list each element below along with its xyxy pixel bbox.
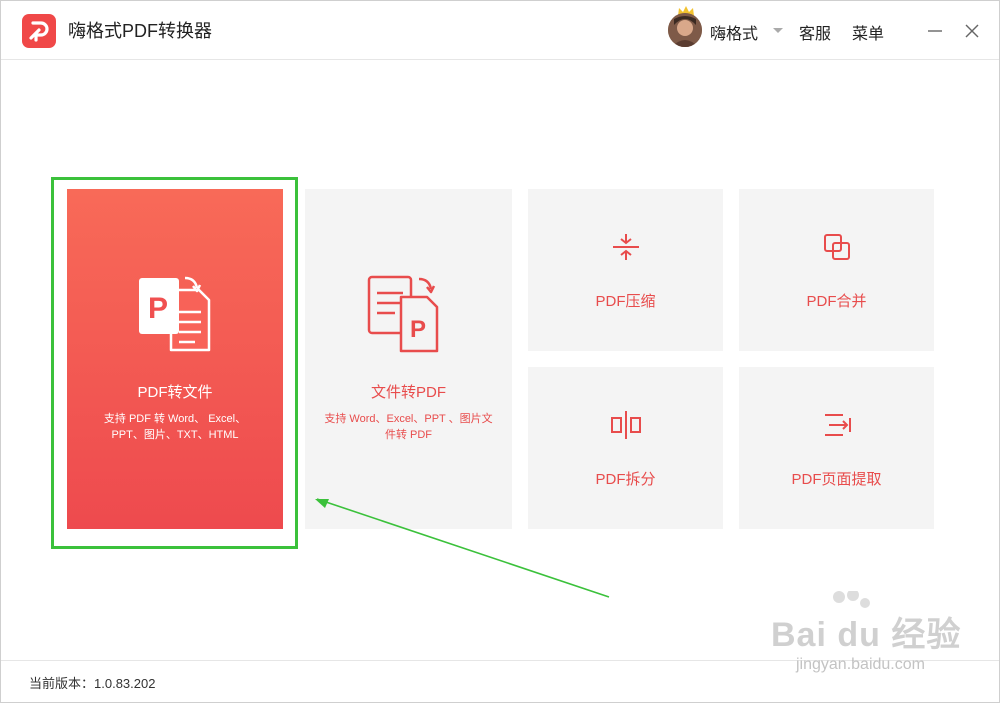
pdf-split-label: PDF拆分 bbox=[595, 471, 656, 488]
file-to-pdf-desc-line1: 支持 Word、Excel、PPT 、图片文 bbox=[324, 413, 493, 425]
pdf-split-tile[interactable]: PDF拆分 bbox=[528, 367, 723, 529]
split-icon bbox=[611, 411, 641, 439]
file-to-pdf-label: 文件转PDF bbox=[370, 384, 446, 401]
pdf-compress-label: PDF压缩 bbox=[595, 293, 656, 310]
pdf-compress-tile[interactable]: PDF压缩 bbox=[528, 189, 723, 351]
app-window: 嗨格式PDF转换器 嗨格式 客服 菜单 P PDF转文件 支持 PDF 转 Wo… bbox=[0, 0, 1000, 703]
pdf-page-extract-label: PDF页面提取 bbox=[791, 471, 882, 488]
version-number: 1.0.83.202 bbox=[94, 676, 156, 691]
menu-button[interactable]: 菜单 bbox=[852, 20, 884, 44]
version-info: 当前版本：1.0.83.202 bbox=[29, 673, 155, 692]
chevron-down-icon[interactable] bbox=[771, 21, 785, 39]
minimize-icon[interactable] bbox=[923, 19, 947, 43]
avatar[interactable] bbox=[668, 13, 702, 47]
username[interactable]: 嗨格式 bbox=[710, 20, 758, 44]
app-title: 嗨格式PDF转换器 bbox=[68, 21, 212, 41]
file-to-pdf-desc-line2: 件转 PDF bbox=[384, 429, 433, 441]
svg-text:P: P bbox=[148, 292, 168, 325]
pdf-page-extract-tile[interactable]: PDF页面提取 bbox=[739, 367, 934, 529]
title-bar: 嗨格式PDF转换器 嗨格式 客服 菜单 bbox=[1, 1, 999, 60]
pdf-to-file-tile[interactable]: P PDF转文件 支持 PDF 转 Word、 Excel、 PPT、图片、TX… bbox=[67, 189, 283, 529]
watermark-url: jingyan.baidu.com bbox=[796, 656, 925, 673]
customer-service-button[interactable]: 客服 bbox=[799, 20, 831, 44]
compress-icon bbox=[613, 234, 639, 260]
pdf-to-file-desc-line1: 支持 PDF 转 Word、 Excel、 bbox=[103, 413, 247, 425]
file-to-pdf-icon: P bbox=[367, 275, 439, 353]
close-icon[interactable] bbox=[960, 19, 984, 43]
watermark-brand: Bai du 经验 bbox=[771, 616, 962, 654]
version-label: 当前版本： bbox=[29, 676, 95, 691]
svg-text:P: P bbox=[410, 316, 426, 343]
pdf-to-file-desc-line2: PPT、图片、TXT、HTML bbox=[111, 429, 239, 441]
file-to-pdf-description: 支持 Word、Excel、PPT 、图片文 件转 PDF bbox=[313, 411, 504, 443]
pdf-to-file-label: PDF转文件 bbox=[137, 384, 213, 401]
app-logo-icon bbox=[22, 14, 56, 48]
pdf-to-file-description: 支持 PDF 转 Word、 Excel、 PPT、图片、TXT、HTML bbox=[91, 411, 259, 443]
pdf-merge-tile[interactable]: PDF合并 bbox=[739, 189, 934, 351]
pdf-to-file-icon: P bbox=[139, 276, 211, 352]
file-to-pdf-tile[interactable]: P 文件转PDF 支持 Word、Excel、PPT 、图片文 件转 PDF bbox=[305, 189, 512, 529]
pdf-merge-label: PDF合并 bbox=[806, 293, 867, 310]
merge-icon bbox=[824, 234, 850, 260]
extract-icon bbox=[825, 414, 851, 436]
